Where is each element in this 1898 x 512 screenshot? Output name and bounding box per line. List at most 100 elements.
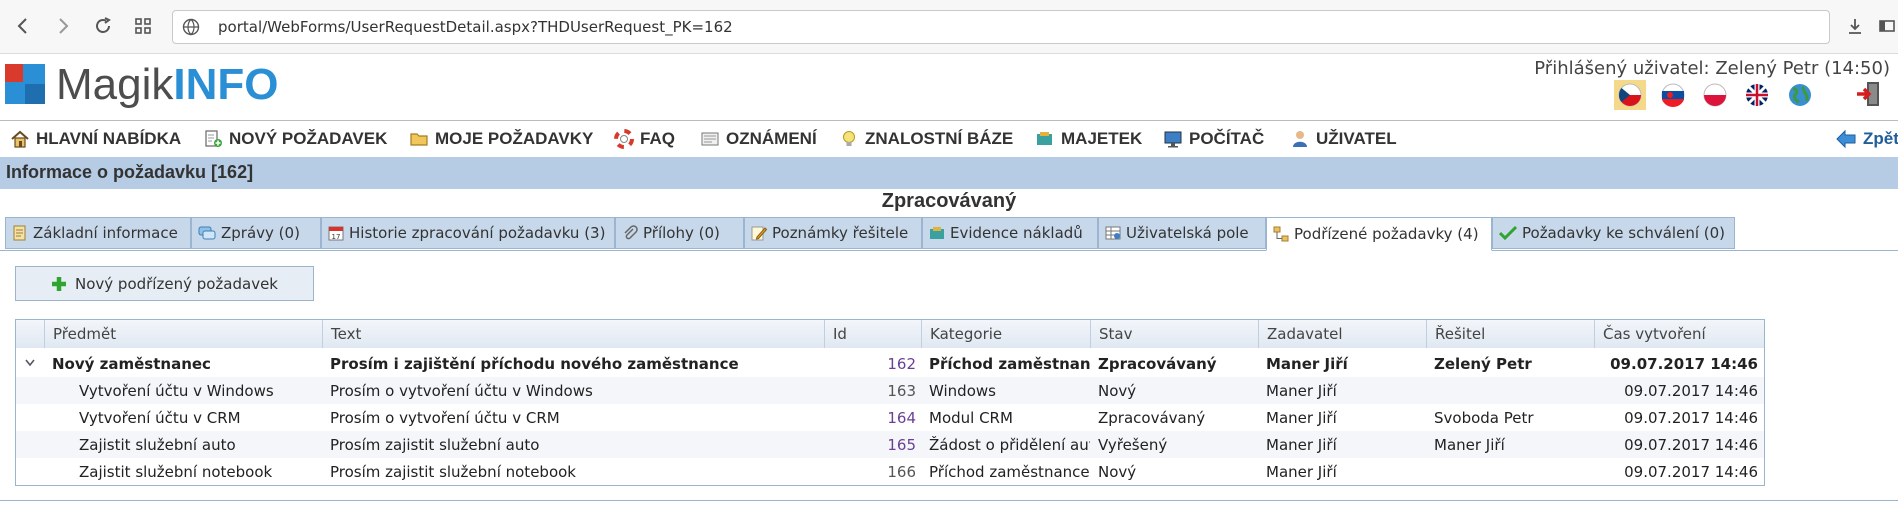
- info-document-icon: [13, 225, 26, 241]
- menu-item-my-requests[interactable]: MOJE POŽADAVKY: [409, 127, 593, 151]
- home-icon: [11, 130, 29, 148]
- tab-solver-notes[interactable]: Poznámky řešitele: [744, 217, 922, 249]
- cell-created: 09.07.2017 14:46: [1624, 381, 1758, 400]
- menu-item-label: HLAVNÍ NABÍDKA: [36, 129, 182, 148]
- cell-id[interactable]: 163: [825, 377, 916, 404]
- menu-item-label: FAQ: [640, 129, 675, 148]
- tab-label: Uživatelská pole: [1126, 224, 1249, 242]
- tab-attachments[interactable]: Přílohy (0): [615, 217, 744, 249]
- cell-id[interactable]: 166: [825, 458, 916, 485]
- cell-category: Modul CRM: [929, 408, 1013, 427]
- plus-icon: [52, 276, 66, 291]
- flag-polish-icon[interactable]: [1703, 83, 1727, 107]
- user-icon: [1293, 131, 1307, 147]
- app-logo[interactable]: MagikINFO: [56, 60, 278, 110]
- cell-created: 09.07.2017 14:46: [1624, 462, 1758, 481]
- new-child-request-button[interactable]: Nový podřízený požadavek: [15, 266, 314, 301]
- reload-icon[interactable]: [86, 9, 120, 43]
- new-document-icon: [205, 130, 222, 147]
- cell-state: Zpracovávaný: [1098, 408, 1206, 427]
- tab-basic-info[interactable]: Základní informace: [5, 217, 191, 249]
- cell-subject: Nový zaměstnanec: [52, 354, 211, 373]
- menu-item-label: UŽIVATEL: [1316, 129, 1397, 148]
- column-header-solver[interactable]: Řešitel: [1427, 320, 1595, 348]
- menu-item-knowledge-base[interactable]: ZNALOSTNÍ BÁZE: [839, 127, 1013, 151]
- globe-language-icon[interactable]: [1788, 83, 1812, 107]
- tabs-grid-icon[interactable]: [126, 9, 160, 43]
- column-header-text[interactable]: Text: [323, 320, 825, 348]
- menu-item-faq[interactable]: FAQ: [614, 127, 675, 151]
- cell-state: Vyřešený: [1098, 435, 1168, 454]
- download-icon[interactable]: [1838, 9, 1872, 43]
- tab-user-fields[interactable]: Uživatelská pole: [1098, 217, 1266, 249]
- page-title-bar: [0, 157, 1898, 189]
- tab-strip-baseline: [0, 250, 1898, 251]
- back-arrow-icon[interactable]: [6, 9, 40, 43]
- cell-subject: Vytvoření účtu v CRM: [79, 408, 241, 427]
- cell-category: Příchod zaměstnance: [929, 462, 1090, 481]
- svg-text:17: 17: [332, 233, 341, 241]
- column-header-state[interactable]: Stav: [1091, 320, 1259, 348]
- menu-item-label: OZNÁMENÍ: [726, 129, 817, 148]
- cell-category: Windows: [929, 381, 996, 400]
- sidebar-icon[interactable]: [1870, 9, 1898, 43]
- cell-solver: Maner Jiří: [1434, 435, 1505, 454]
- tab-cost-records[interactable]: Evidence nákladů: [922, 217, 1098, 249]
- menu-item-user[interactable]: UŽIVATEL: [1290, 127, 1397, 151]
- flag-czech-icon[interactable]: [1618, 83, 1642, 107]
- tab-messages[interactable]: Zprávy (0): [191, 217, 321, 249]
- cell-id[interactable]: 165: [825, 431, 916, 458]
- hierarchy-icon: [1273, 226, 1289, 242]
- cell-requester: Maner Jiří: [1266, 354, 1348, 373]
- menu-item-label: MOJE POŽADAVKY: [435, 129, 594, 148]
- menu-item-computer[interactable]: POČÍTAČ: [1163, 127, 1264, 151]
- tab-label: Požadavky ke schválení (0): [1522, 224, 1726, 242]
- back-arrow-blue-icon: [1836, 129, 1856, 149]
- tab-label: Základní informace: [33, 224, 178, 242]
- user-fields-icon: [1105, 226, 1121, 240]
- cell-id[interactable]: 164: [825, 404, 916, 431]
- cell-solver: [1434, 458, 1594, 485]
- flag-english-icon[interactable]: [1745, 83, 1769, 107]
- menu-item-label: POČÍTAČ: [1189, 129, 1265, 148]
- magikinfo-logo-icon: [5, 64, 45, 104]
- tab-child-requests[interactable]: Podřízené požadavky (4): [1266, 217, 1492, 251]
- cell-id[interactable]: 162: [825, 350, 916, 377]
- flag-slovak-icon[interactable]: [1661, 83, 1685, 107]
- tab-approval-requests[interactable]: Požadavky ke schválení (0): [1492, 217, 1735, 249]
- logout-icon[interactable]: [1855, 80, 1883, 108]
- cell-requester: Maner Jiří: [1266, 435, 1337, 454]
- menu-item-label: ZNALOSTNÍ BÁZE: [865, 129, 1014, 148]
- cell-requester: Maner Jiří: [1266, 408, 1337, 427]
- menu-item-assets[interactable]: MAJETEK: [1035, 127, 1142, 151]
- request-status: Zpracovávaný: [881, 190, 1017, 212]
- forward-arrow-icon[interactable]: [46, 9, 80, 43]
- logged-user-info: Přihlášený uživatel: Zelený Petr (14:50): [1534, 58, 1890, 79]
- folder-icon: [410, 133, 428, 146]
- cell-subject: Zajistit služební auto: [79, 435, 236, 454]
- content-bottom-border: [0, 500, 1898, 501]
- cell-text: Prosím o vytvoření účtu v CRM: [330, 408, 560, 427]
- back-link[interactable]: Zpět: [1835, 127, 1898, 151]
- paperclip-icon: [624, 225, 638, 240]
- menu-item-label: NOVÝ POŽADAVEK: [229, 129, 388, 148]
- column-header-created[interactable]: Čas vytvoření: [1595, 320, 1764, 348]
- column-header-id[interactable]: Id: [825, 320, 922, 348]
- cell-category: Příchod zaměstnance: [929, 354, 1090, 373]
- column-header-requester[interactable]: Zadavatel: [1259, 320, 1427, 348]
- column-header-category[interactable]: Kategorie: [922, 320, 1091, 348]
- cell-state: Zpracovávaný: [1098, 354, 1217, 373]
- newspaper-icon: [701, 132, 719, 146]
- lightbulb-icon: [843, 131, 855, 146]
- cost-records-icon: [930, 227, 944, 239]
- column-header-subject[interactable]: Předmět: [45, 320, 323, 348]
- url-text[interactable]: portal/WebForms/UserRequestDetail.aspx?T…: [218, 18, 733, 36]
- tab-processing-history[interactable]: 17 Historie zpracování požadavku (3): [321, 217, 615, 249]
- collapse-chevron-icon[interactable]: [25, 359, 35, 367]
- menu-item-main[interactable]: HLAVNÍ NABÍDKA: [10, 127, 181, 151]
- menu-item-new-request[interactable]: NOVÝ POŽADAVEK: [203, 127, 387, 151]
- cell-text: Prosím o vytvoření účtu v Windows: [330, 381, 593, 400]
- menu-item-announcements[interactable]: OZNÁMENÍ: [700, 127, 817, 151]
- cell-subject: Zajistit služební notebook: [79, 462, 273, 481]
- assets-icon: [1037, 132, 1052, 145]
